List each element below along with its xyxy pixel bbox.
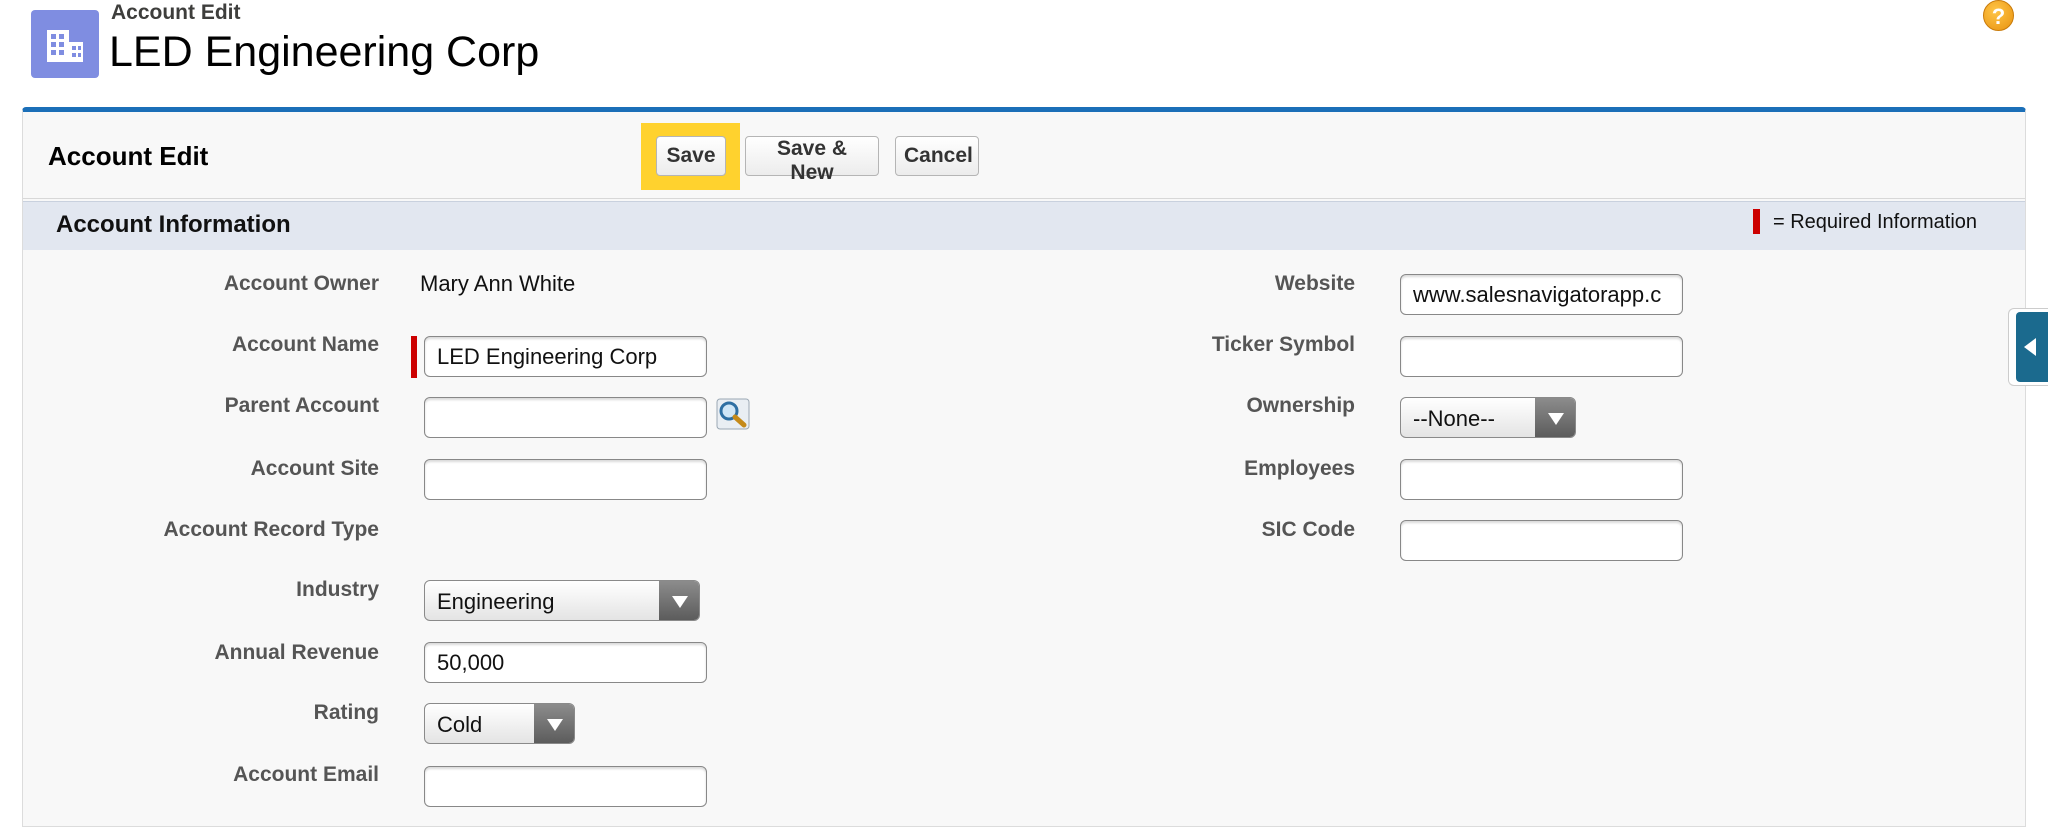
account-record-type-label: Account Record Type: [163, 518, 379, 541]
annual-revenue-input[interactable]: [424, 642, 707, 683]
industry-selected-value: Engineering: [437, 589, 555, 614]
parent-account-label: Parent Account: [224, 394, 379, 417]
rating-label: Rating: [313, 701, 379, 724]
chevron-down-icon: [659, 581, 699, 620]
required-marker: [1753, 209, 1760, 234]
help-icon[interactable]: ?: [1983, 0, 2014, 31]
account-email-input[interactable]: [424, 766, 707, 807]
website-input[interactable]: [1400, 274, 1683, 315]
account-object-icon: [31, 10, 99, 78]
chevron-down-icon: [534, 704, 574, 743]
section-header-bar: [23, 201, 2025, 250]
ownership-select[interactable]: --None--: [1400, 397, 1576, 438]
cancel-button[interactable]: Cancel: [895, 136, 979, 176]
employees-input[interactable]: [1400, 459, 1683, 500]
ticker-symbol-label: Ticker Symbol: [1211, 333, 1355, 356]
account-site-input[interactable]: [424, 459, 707, 500]
ticker-symbol-input[interactable]: [1400, 336, 1683, 377]
side-panel-toggle[interactable]: [2008, 308, 2048, 386]
required-indicator: [411, 336, 417, 378]
building-icon: [47, 30, 83, 62]
rating-select[interactable]: Cold: [424, 703, 575, 744]
industry-label: Industry: [296, 578, 379, 601]
page-header: Account Edit LED Engineering Corp ?: [0, 0, 2048, 108]
annual-revenue-label: Annual Revenue: [214, 641, 379, 664]
section-title: Account Information: [56, 211, 291, 238]
lookup-magnifier-icon[interactable]: [716, 398, 750, 430]
account-owner-label: Account Owner: [223, 272, 379, 295]
account-email-label: Account Email: [233, 763, 379, 786]
page-title: LED Engineering Corp: [109, 28, 540, 76]
panel-divider: [23, 198, 2025, 199]
sic-code-input[interactable]: [1400, 520, 1683, 561]
ownership-selected-value: --None--: [1413, 406, 1495, 431]
save-button[interactable]: Save: [656, 136, 726, 176]
chevron-left-icon: [2016, 312, 2048, 382]
panel-title: Account Edit: [48, 141, 209, 171]
required-legend: = Required Information: [1773, 211, 1978, 233]
employees-label: Employees: [1244, 457, 1355, 480]
account-name-input[interactable]: [424, 336, 707, 377]
website-label: Website: [1274, 272, 1355, 295]
chevron-down-icon: [1535, 398, 1575, 437]
ownership-label: Ownership: [1246, 394, 1355, 417]
account-site-label: Account Site: [250, 457, 379, 480]
page-subtitle: Account Edit: [111, 1, 241, 24]
sic-code-label: SIC Code: [1261, 518, 1355, 541]
save-and-new-button[interactable]: Save & New: [745, 136, 879, 184]
account-owner-value: Mary Ann White: [420, 271, 576, 296]
account-name-label: Account Name: [231, 333, 379, 356]
rating-selected-value: Cold: [437, 712, 483, 737]
parent-account-input[interactable]: [424, 397, 707, 438]
industry-select[interactable]: Engineering: [424, 580, 700, 621]
